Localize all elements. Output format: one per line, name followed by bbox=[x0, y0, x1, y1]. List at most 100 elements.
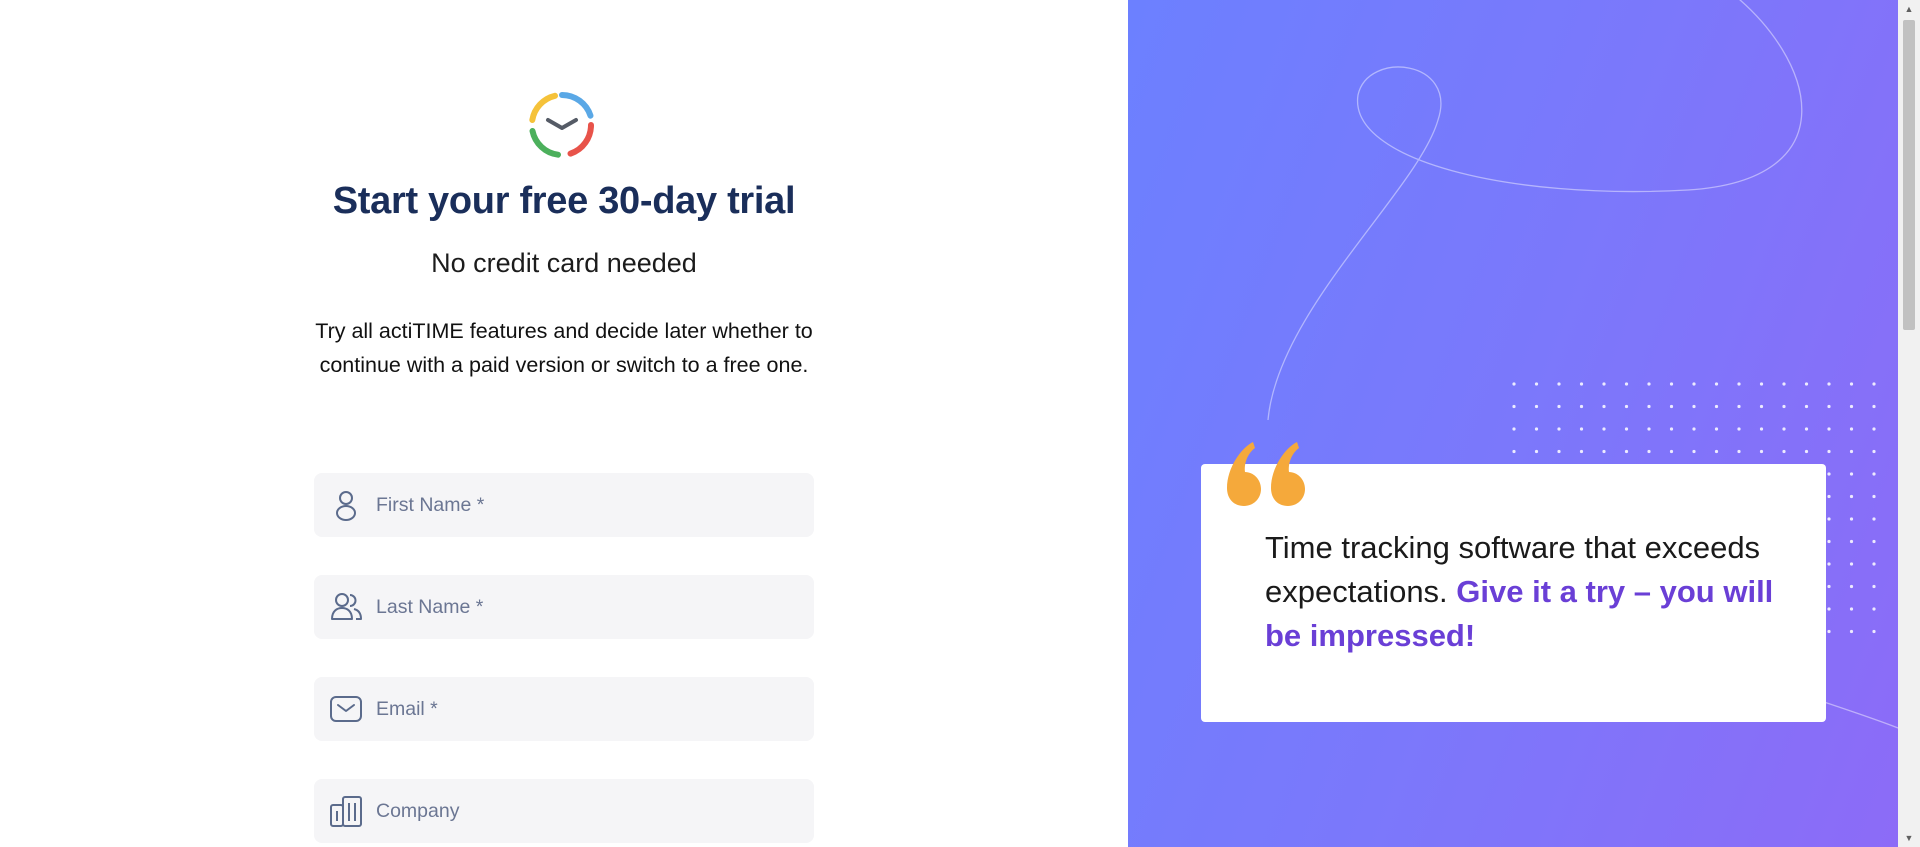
decor-dot bbox=[1849, 517, 1854, 521]
vertical-scrollbar[interactable]: ▲ ▼ bbox=[1898, 0, 1920, 847]
decor-dot bbox=[1579, 382, 1584, 386]
decor-dot bbox=[1872, 472, 1876, 476]
mail-icon bbox=[330, 696, 362, 722]
decor-dot bbox=[1849, 382, 1854, 386]
decor-dot bbox=[1512, 382, 1516, 386]
decor-dot bbox=[1827, 449, 1831, 454]
decor-dot bbox=[1557, 404, 1561, 409]
company-input[interactable] bbox=[376, 779, 796, 843]
decor-dot bbox=[1714, 427, 1719, 431]
decor-dot bbox=[1827, 517, 1831, 521]
decor-dot bbox=[1872, 629, 1876, 634]
decor-dot bbox=[1872, 562, 1876, 566]
decor-dot bbox=[1602, 449, 1606, 454]
decor-dot bbox=[1827, 494, 1831, 499]
decor-dot bbox=[1692, 427, 1696, 431]
decor-dot bbox=[1804, 449, 1809, 454]
decor-dot bbox=[1759, 449, 1764, 454]
page-subtitle: No credit card needed bbox=[431, 248, 697, 278]
decor-dot bbox=[1669, 449, 1674, 454]
company-field[interactable] bbox=[314, 779, 814, 843]
decor-dot bbox=[1624, 427, 1629, 431]
decor-dot bbox=[1827, 584, 1831, 589]
users-icon bbox=[331, 593, 362, 620]
decor-dot bbox=[1827, 382, 1831, 386]
decor-dot bbox=[1804, 404, 1809, 409]
decor-dot bbox=[1782, 404, 1786, 409]
decor-dot bbox=[1534, 449, 1539, 454]
decor-dot bbox=[1512, 427, 1516, 431]
decor-dot bbox=[1647, 427, 1651, 431]
decor-dot bbox=[1602, 404, 1606, 409]
decor-dot bbox=[1737, 382, 1741, 386]
decor-dot bbox=[1512, 449, 1516, 454]
decor-dot bbox=[1849, 539, 1854, 544]
decor-dot bbox=[1849, 427, 1854, 431]
testimonial-text: Time tracking software that exceeds expe… bbox=[1265, 526, 1785, 658]
decor-dot bbox=[1782, 382, 1786, 386]
signup-panel: Start your free 30-day trial No credit c… bbox=[0, 0, 1128, 847]
decor-dot bbox=[1782, 449, 1786, 454]
decor-dot bbox=[1759, 404, 1764, 409]
decor-dot bbox=[1534, 382, 1539, 386]
decor-dot bbox=[1804, 382, 1809, 386]
decor-dot bbox=[1602, 382, 1606, 386]
scroll-thumb[interactable] bbox=[1903, 20, 1915, 330]
decor-dot bbox=[1849, 472, 1854, 476]
decor-dot bbox=[1669, 404, 1674, 409]
decor-dot bbox=[1872, 517, 1876, 521]
page-title: Start your free 30-day trial bbox=[332, 180, 796, 222]
decor-dot bbox=[1669, 382, 1674, 386]
actitime-logo-icon bbox=[529, 92, 595, 158]
decor-dot bbox=[1579, 404, 1584, 409]
decor-dot bbox=[1849, 629, 1854, 634]
trial-description: Try all actiTIME features and decide lat… bbox=[315, 319, 813, 377]
scroll-down-arrow-icon[interactable]: ▼ bbox=[1898, 829, 1920, 847]
decor-dot bbox=[1512, 404, 1516, 409]
decor-dot bbox=[1557, 427, 1561, 431]
decor-dot bbox=[1579, 449, 1584, 454]
decor-dot bbox=[1827, 472, 1831, 476]
decor-dot bbox=[1692, 404, 1696, 409]
decor-dot bbox=[1714, 449, 1719, 454]
decor-dot bbox=[1872, 494, 1876, 499]
decor-dot bbox=[1692, 382, 1696, 386]
decor-dot bbox=[1782, 427, 1786, 431]
user-icon bbox=[336, 491, 356, 521]
decor-dot bbox=[1872, 584, 1876, 589]
email-input[interactable] bbox=[376, 677, 796, 741]
decor-dot bbox=[1849, 404, 1854, 409]
quote-mark-icon bbox=[1227, 442, 1305, 506]
decor-dot bbox=[1872, 539, 1876, 544]
decor-dot bbox=[1624, 404, 1629, 409]
decor-dot bbox=[1692, 449, 1696, 454]
decor-dot bbox=[1872, 404, 1876, 409]
decor-dot bbox=[1534, 404, 1539, 409]
decor-dot bbox=[1557, 382, 1561, 386]
decor-dot bbox=[1827, 539, 1831, 544]
first-name-field[interactable] bbox=[314, 473, 814, 537]
last-name-input[interactable] bbox=[376, 575, 796, 639]
first-name-input[interactable] bbox=[376, 473, 796, 537]
decor-dot bbox=[1827, 427, 1831, 431]
last-name-field[interactable] bbox=[314, 575, 814, 639]
decor-dot bbox=[1827, 629, 1831, 634]
decor-dot bbox=[1534, 427, 1539, 431]
testimonial-panel: Time tracking software that exceeds expe… bbox=[1128, 0, 1898, 847]
decor-dot bbox=[1759, 427, 1764, 431]
decor-dot bbox=[1669, 427, 1674, 431]
decor-dot bbox=[1714, 382, 1719, 386]
decor-dot bbox=[1804, 427, 1809, 431]
email-field[interactable] bbox=[314, 677, 814, 741]
decor-dot bbox=[1827, 562, 1831, 566]
scroll-up-arrow-icon[interactable]: ▲ bbox=[1898, 0, 1920, 18]
decor-dot bbox=[1872, 382, 1876, 386]
decor-dot bbox=[1872, 449, 1876, 454]
decor-dot bbox=[1849, 584, 1854, 589]
decor-dot bbox=[1759, 382, 1764, 386]
decor-dot bbox=[1849, 562, 1854, 566]
decor-dot bbox=[1872, 607, 1876, 611]
decor-dot bbox=[1849, 607, 1854, 611]
decor-dot bbox=[1714, 404, 1719, 409]
decor-dot bbox=[1827, 404, 1831, 409]
